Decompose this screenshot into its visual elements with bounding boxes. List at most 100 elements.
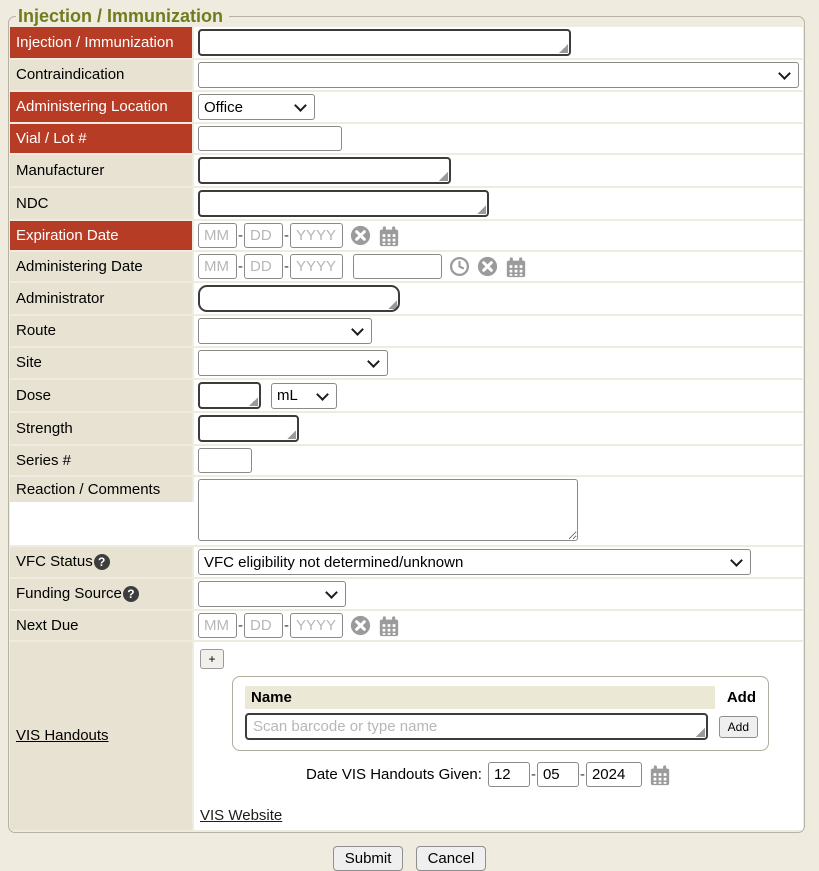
injection-input[interactable] [198, 29, 571, 56]
vis-date-calendar-icon[interactable] [649, 764, 671, 786]
row-dose: Dose mL [10, 380, 803, 413]
expiration-month-input[interactable] [198, 223, 237, 248]
administering-clock-icon[interactable] [449, 256, 470, 277]
administering-calendar-icon[interactable] [505, 256, 527, 278]
row-vial-lot: Vial / Lot # [10, 124, 803, 155]
administering-year-input[interactable] [290, 254, 343, 279]
vis-website-link[interactable]: VIS Website [200, 807, 282, 824]
row-reaction: Reaction / Comments [10, 477, 803, 547]
vis-add-button[interactable]: Add [719, 716, 758, 738]
row-site: Site [10, 348, 803, 380]
row-series: Series # [10, 446, 803, 477]
vis-date-year-input[interactable] [586, 762, 642, 787]
row-strength: Strength [10, 413, 803, 446]
vfc-status-cell: VFC eligibility not determined/unknown [194, 547, 803, 577]
row-next-due: Next Due -- [10, 611, 803, 642]
dose-unit-select[interactable]: mL [271, 383, 337, 409]
vis-entry-row: Add [245, 713, 758, 740]
administering-day-input[interactable] [244, 254, 283, 279]
reaction-cell [194, 477, 803, 543]
manufacturer-input[interactable] [198, 157, 451, 184]
route-select[interactable] [198, 318, 372, 344]
next-due-cell: -- [194, 611, 803, 640]
injection-form: Injection / Immunization Injection / Imm… [8, 6, 805, 833]
row-injection: Injection / Immunization [10, 27, 803, 60]
vis-table-header: Name Add [245, 686, 758, 709]
cancel-button[interactable]: Cancel [416, 846, 487, 871]
vial-lot-label: Vial / Lot # [10, 124, 194, 153]
row-administering-location: Administering Location Office [10, 92, 803, 124]
contraindication-cell [194, 60, 803, 90]
funding-source-label: Funding Source? [10, 579, 194, 609]
dose-label: Dose [10, 380, 194, 411]
row-administrator: Administrator [10, 283, 803, 316]
vis-add-row-button[interactable]: + [200, 649, 224, 669]
ndc-cell [194, 188, 803, 219]
vis-date-month-input[interactable] [488, 762, 530, 787]
row-route: Route [10, 316, 803, 348]
vis-handouts-label: VIS Handouts [10, 642, 194, 830]
contraindication-select[interactable] [198, 62, 799, 88]
funding-source-select-wrap [198, 581, 346, 607]
contraindication-select-wrap [198, 62, 799, 88]
vis-date-day-input[interactable] [537, 762, 579, 787]
administering-clear-icon[interactable] [477, 256, 498, 277]
dose-unit-select-wrap: mL [271, 383, 337, 409]
next-due-year-input[interactable] [290, 613, 343, 638]
expiration-clear-icon[interactable] [350, 225, 371, 246]
ndc-input[interactable] [198, 190, 489, 217]
next-due-label: Next Due [10, 611, 194, 640]
next-due-calendar-icon[interactable] [378, 615, 400, 637]
expiration-day-input[interactable] [244, 223, 283, 248]
administering-month-input[interactable] [198, 254, 237, 279]
expiration-date-cell: -- [194, 221, 803, 250]
row-vis-handouts: VIS Handouts + Name Add Add Date VIS Han… [10, 642, 803, 830]
injection-label: Injection / Immunization [10, 27, 194, 58]
administering-location-cell: Office [194, 92, 803, 122]
row-administering-date: Administering Date -- [10, 252, 803, 283]
administering-location-select[interactable]: Office [198, 94, 315, 120]
vial-lot-cell [194, 124, 803, 153]
vfc-status-label: VFC Status? [10, 547, 194, 577]
vial-lot-input[interactable] [198, 126, 342, 151]
vfc-status-select-wrap: VFC eligibility not determined/unknown [198, 549, 751, 575]
form-title: Injection / Immunization [16, 6, 229, 27]
strength-label: Strength [10, 413, 194, 444]
ndc-label: NDC [10, 188, 194, 219]
vis-handouts-box: Name Add Add [232, 676, 769, 751]
vis-date-given: Date VIS Handouts Given: -- [306, 762, 799, 787]
expiration-year-input[interactable] [290, 223, 343, 248]
dose-cell: mL [194, 380, 803, 411]
row-expiration-date: Expiration Date -- [10, 221, 803, 252]
dose-input[interactable] [198, 382, 261, 409]
series-input[interactable] [198, 448, 252, 473]
administering-location-select-wrap: Office [198, 94, 315, 120]
route-label: Route [10, 316, 194, 346]
route-select-wrap [198, 318, 372, 344]
vfc-status-select[interactable]: VFC eligibility not determined/unknown [198, 549, 751, 575]
administering-time-input[interactable] [353, 254, 442, 279]
series-cell [194, 446, 803, 475]
administrator-input[interactable] [198, 285, 400, 312]
submit-button[interactable]: Submit [333, 846, 404, 871]
vis-scan-input[interactable] [245, 713, 708, 740]
row-funding-source: Funding Source? [10, 579, 803, 611]
strength-input[interactable] [198, 415, 299, 442]
expiration-date-label: Expiration Date [10, 221, 194, 250]
next-due-month-input[interactable] [198, 613, 237, 638]
funding-source-help-icon[interactable]: ? [123, 586, 139, 602]
row-ndc: NDC [10, 188, 803, 221]
next-due-day-input[interactable] [244, 613, 283, 638]
vis-handouts-link[interactable]: VIS Handouts [16, 727, 109, 744]
site-select[interactable] [198, 350, 388, 376]
reaction-textarea[interactable] [198, 479, 578, 541]
funding-source-select[interactable] [198, 581, 346, 607]
vfc-status-help-icon[interactable]: ? [94, 554, 110, 570]
expiration-calendar-icon[interactable] [378, 225, 400, 247]
administering-location-label: Administering Location [10, 92, 194, 122]
administering-date-label: Administering Date [10, 252, 194, 281]
funding-source-cell [194, 579, 803, 609]
reaction-label: Reaction / Comments [10, 477, 194, 502]
next-due-clear-icon[interactable] [350, 615, 371, 636]
manufacturer-cell [194, 155, 803, 186]
